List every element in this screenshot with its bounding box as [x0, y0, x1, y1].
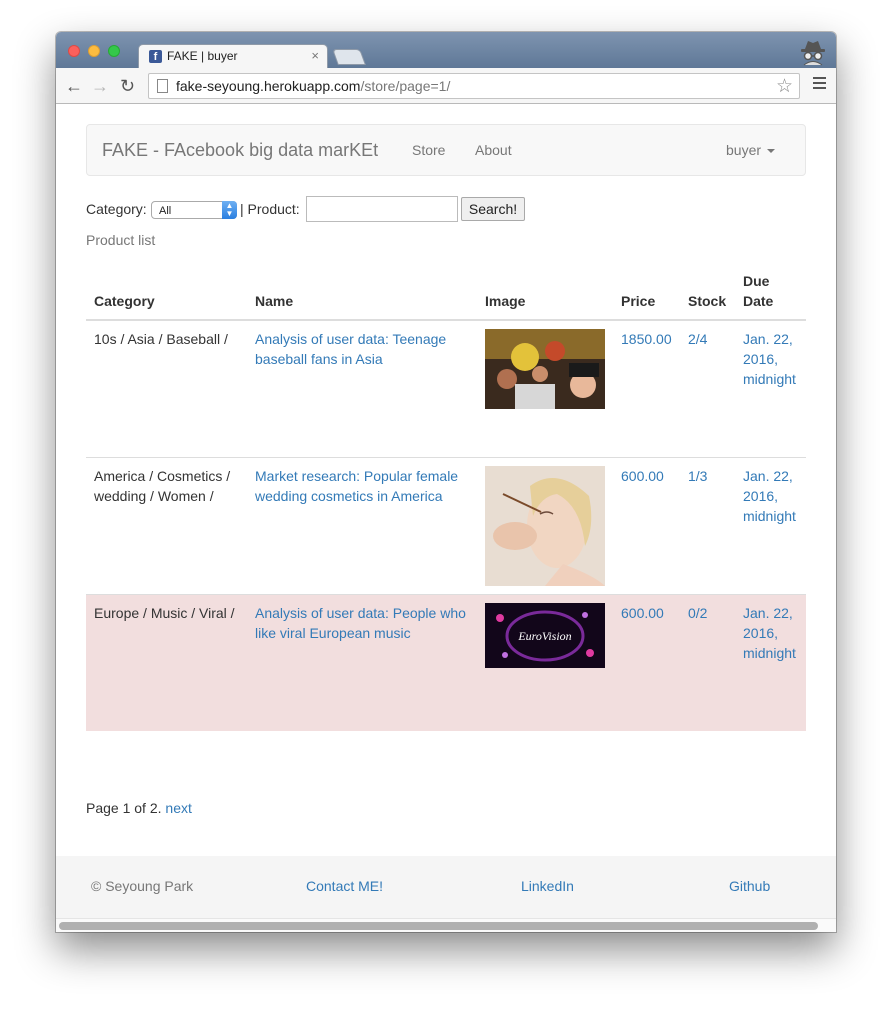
forward-arrow-icon[interactable]: →	[91, 76, 109, 96]
row-due-date[interactable]: Jan. 22, 2016, midnight	[743, 605, 796, 661]
footer: © Seyoung Park Contact ME! LinkedIn Gith…	[56, 856, 836, 918]
incognito-icon	[801, 41, 825, 66]
zoom-window-button[interactable]	[108, 45, 120, 57]
pagination-text: Page 1 of 2.	[86, 800, 162, 816]
browser-window: f FAKE | buyer × ← → ↻ fake-seyoung.hero…	[56, 32, 836, 932]
footer-contact-link[interactable]: Contact ME!	[306, 878, 383, 894]
product-image[interactable]: EuroVision	[485, 602, 605, 668]
table-row: America / Cosmetics / wedding / Women / …	[86, 456, 806, 594]
row-price[interactable]: 1850.00	[621, 331, 672, 347]
page-icon	[157, 79, 168, 93]
product-name-link[interactable]: Analysis of user data: Teenage baseball …	[255, 331, 446, 367]
product-search-input[interactable]	[306, 196, 458, 222]
new-tab-button[interactable]	[332, 49, 366, 65]
select-arrows-icon: ▲ ▼	[222, 201, 237, 219]
row-price[interactable]: 600.00	[621, 468, 664, 484]
col-due-date: Due Date	[735, 260, 806, 321]
col-price: Price	[613, 260, 680, 321]
eurovision-logo-text: EuroVision	[517, 629, 571, 643]
scrollbar-thumb[interactable]	[59, 922, 818, 930]
horizontal-scrollbar[interactable]	[56, 918, 836, 932]
table-row: 10s / Asia / Baseball / Analysis of user…	[86, 319, 806, 457]
url-text[interactable]: fake-seyoung.herokuapp.com/store/page=1/	[176, 78, 450, 94]
next-page-link[interactable]: next	[165, 800, 191, 816]
row-category: America / Cosmetics / wedding / Women /	[86, 456, 247, 594]
footer-copyright: © Seyoung Park	[91, 878, 194, 894]
caret-down-icon	[767, 149, 776, 154]
page-content: FAKE - FAcebook big data marKEt Store Ab…	[56, 104, 836, 932]
product-image[interactable]	[485, 465, 605, 586]
row-stock[interactable]: 2/4	[688, 331, 707, 347]
category-select[interactable]: All ▲ ▼	[151, 201, 237, 219]
category-label: Category:	[86, 201, 147, 217]
user-name: buyer	[726, 142, 762, 158]
tab-title: FAKE | buyer	[167, 49, 238, 63]
row-price[interactable]: 600.00	[621, 605, 664, 621]
col-stock: Stock	[680, 260, 735, 321]
reload-icon[interactable]: ↻	[120, 76, 135, 96]
search-button[interactable]: Search!	[461, 197, 525, 221]
product-image[interactable]	[485, 329, 605, 409]
back-arrow-icon[interactable]: ←	[65, 76, 83, 96]
nav-about-link[interactable]: About	[475, 142, 512, 158]
browser-toolbar: ← → ↻ fake-seyoung.herokuapp.com/store/p…	[56, 68, 836, 104]
table-row-highlighted: Europe / Music / Viral / Analysis of use…	[86, 593, 806, 731]
browser-tab[interactable]: f FAKE | buyer ×	[138, 44, 328, 69]
row-category: 10s / Asia / Baseball /	[86, 319, 247, 457]
col-name: Name	[247, 260, 477, 321]
table-header-row: Category Name Image Price Stock Due Date	[86, 260, 806, 321]
menu-icon[interactable]	[813, 77, 826, 92]
col-image: Image	[477, 260, 613, 321]
site-navbar: FAKE - FAcebook big data marKEt Store Ab…	[86, 124, 806, 176]
col-category: Category	[86, 260, 247, 321]
product-list-heading: Product list	[86, 232, 156, 248]
facebook-favicon-icon: f	[149, 50, 162, 63]
search-form: Category: All ▲ ▼ | Product: Search!	[86, 196, 806, 222]
bookmark-star-icon[interactable]: ☆	[776, 75, 793, 98]
product-table: Category Name Image Price Stock Due Date…	[86, 260, 806, 731]
product-name-link[interactable]: Market research: Popular female wedding …	[255, 468, 458, 504]
tab-bar: f FAKE | buyer ×	[56, 32, 836, 69]
row-due-date[interactable]: Jan. 22, 2016, midnight	[743, 468, 796, 524]
product-name-link[interactable]: Analysis of user data: People who like v…	[255, 605, 466, 641]
minimize-window-button[interactable]	[88, 45, 100, 57]
close-window-button[interactable]	[68, 45, 80, 57]
category-select-value: All	[159, 205, 172, 217]
row-stock[interactable]: 1/3	[688, 468, 707, 484]
row-stock[interactable]: 0/2	[688, 605, 707, 621]
row-category: Europe / Music / Viral /	[86, 593, 247, 731]
nav-store-link[interactable]: Store	[412, 142, 445, 158]
user-dropdown[interactable]: buyer	[726, 142, 776, 158]
address-bar[interactable]: fake-seyoung.herokuapp.com/store/page=1/…	[148, 73, 800, 99]
footer-github-link[interactable]: Github	[729, 878, 770, 894]
tab-close-icon[interactable]: ×	[311, 48, 319, 63]
product-label: | Product:	[240, 201, 300, 217]
brand-link[interactable]: FAKE - FAcebook big data marKEt	[102, 140, 378, 161]
row-due-date[interactable]: Jan. 22, 2016, midnight	[743, 331, 796, 387]
footer-linkedin-link[interactable]: LinkedIn	[521, 878, 574, 894]
pagination: Page 1 of 2. next	[86, 800, 192, 816]
